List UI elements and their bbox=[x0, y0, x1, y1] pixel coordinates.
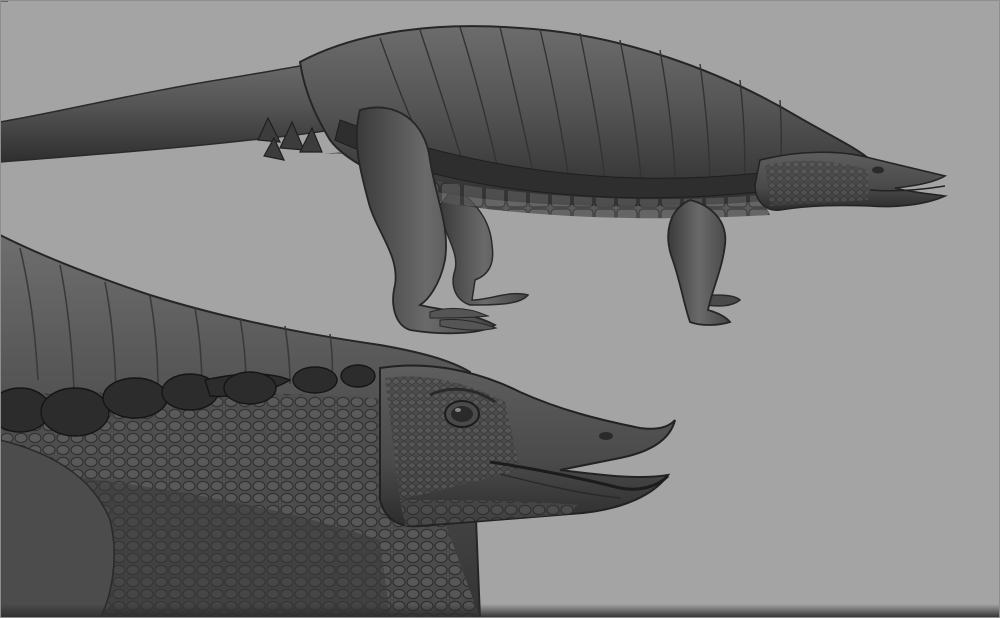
closeup-eye bbox=[451, 406, 473, 422]
closeup-head-view bbox=[0, 233, 676, 618]
full-body-view bbox=[0, 25, 948, 335]
closeup-eye-highlight bbox=[455, 408, 461, 412]
render-viewport[interactable] bbox=[0, 0, 1000, 618]
closeup-jaw-scales bbox=[400, 500, 580, 526]
nostril bbox=[599, 432, 613, 440]
bottom-shadow bbox=[0, 604, 1000, 618]
viewport-corner-marker bbox=[0, 0, 8, 6]
head-scales bbox=[765, 160, 868, 206]
sculpt-render bbox=[0, 25, 948, 618]
eye bbox=[872, 166, 884, 174]
